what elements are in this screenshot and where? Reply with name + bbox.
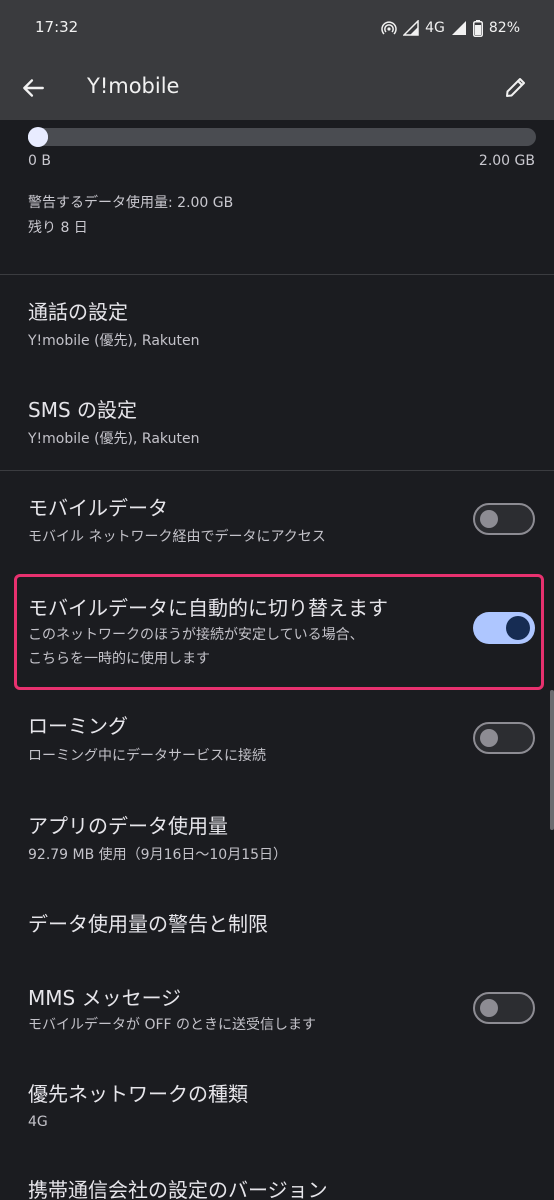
- network-type-label: 4G: [425, 20, 445, 36]
- toggle-thumb: [480, 999, 498, 1017]
- usage-remaining-text: 残り 8 日: [28, 220, 88, 236]
- app-data-usage-title: アプリのデータ使用量: [28, 814, 228, 838]
- usage-max-label: 2.00 GB: [478, 153, 535, 169]
- roaming-title: ローミング: [28, 714, 128, 738]
- mms-messages-toggle[interactable]: [473, 992, 535, 1024]
- status-time: 17:32: [35, 18, 79, 36]
- call-settings-title: 通話の設定: [28, 300, 128, 324]
- mms-messages-title: MMS メッセージ: [28, 986, 182, 1010]
- highlight-box: [14, 574, 544, 690]
- signal-icon: [403, 20, 419, 36]
- usage-warning-text: 警告するデータ使用量: 2.00 GB: [28, 195, 234, 211]
- preferred-network-subtitle: 4G: [28, 1114, 48, 1130]
- carrier-settings-version-title: 携帯通信会社の設定のバージョン: [28, 1178, 328, 1200]
- arrow-back-icon[interactable]: [20, 75, 46, 101]
- pencil-icon[interactable]: [504, 75, 528, 99]
- roaming-toggle[interactable]: [473, 722, 535, 754]
- data-usage-indicator: [28, 127, 48, 147]
- top-bar: 17:32 4G 82% Y!mobile: [0, 0, 554, 120]
- data-warning-limit-title: データ使用量の警告と制限: [28, 912, 268, 936]
- toggle-thumb: [480, 729, 498, 747]
- status-bar: 17:32 4G 82%: [0, 0, 554, 56]
- mobile-data-toggle[interactable]: [473, 503, 535, 535]
- roaming-item[interactable]: ローミング ローミング中にデータサービスに接続: [0, 692, 554, 792]
- signal-icon: [451, 21, 466, 35]
- sms-settings-item[interactable]: SMS の設定 Y!mobile (優先), Rakuten: [0, 374, 554, 470]
- toggle-thumb: [480, 510, 498, 528]
- mms-messages-subtitle: モバイルデータが OFF のときに送受信します: [28, 1017, 317, 1033]
- app-bar: Y!mobile: [0, 56, 554, 120]
- usage-min-label: 0 B: [28, 153, 51, 169]
- call-settings-subtitle: Y!mobile (優先), Rakuten: [28, 333, 200, 349]
- carrier-settings-version-item[interactable]: 携帯通信会社の設定のバージョン: [0, 1160, 554, 1200]
- app-data-usage-subtitle: 92.79 MB 使用（9月16日〜10月15日）: [28, 847, 288, 863]
- divider: [0, 470, 554, 471]
- divider: [0, 274, 554, 275]
- mobile-data-item[interactable]: モバイルデータ モバイル ネットワーク経由でデータにアクセス: [0, 472, 554, 572]
- mms-messages-item[interactable]: MMS メッセージ モバイルデータが OFF のときに送受信します: [0, 964, 554, 1062]
- data-usage-bar: [28, 127, 536, 147]
- hotspot-icon: [381, 21, 397, 35]
- mobile-data-subtitle: モバイル ネットワーク経由でデータにアクセス: [28, 529, 326, 545]
- scrollbar[interactable]: [550, 690, 554, 830]
- mobile-data-title: モバイルデータ: [28, 496, 168, 520]
- sms-settings-subtitle: Y!mobile (優先), Rakuten: [28, 431, 200, 447]
- battery-percent: 82%: [488, 20, 520, 36]
- call-settings-item[interactable]: 通話の設定 Y!mobile (優先), Rakuten: [0, 276, 554, 372]
- settings-screen: 17:32 4G 82% Y!mobile 0 B 2.00 GB 警告するデー…: [0, 0, 554, 1200]
- preferred-network-title: 優先ネットワークの種類: [28, 1082, 248, 1106]
- battery-icon: [472, 19, 483, 37]
- data-warning-limit-item[interactable]: データ使用量の警告と制限: [0, 890, 554, 964]
- preferred-network-item[interactable]: 優先ネットワークの種類 4G: [0, 1062, 554, 1160]
- roaming-subtitle: ローミング中にデータサービスに接続: [28, 748, 266, 764]
- sms-settings-title: SMS の設定: [28, 398, 138, 422]
- status-icons: 4G 82%: [381, 17, 520, 39]
- app-data-usage-item[interactable]: アプリのデータ使用量 92.79 MB 使用（9月16日〜10月15日）: [0, 792, 554, 890]
- page-title: Y!mobile: [87, 74, 180, 98]
